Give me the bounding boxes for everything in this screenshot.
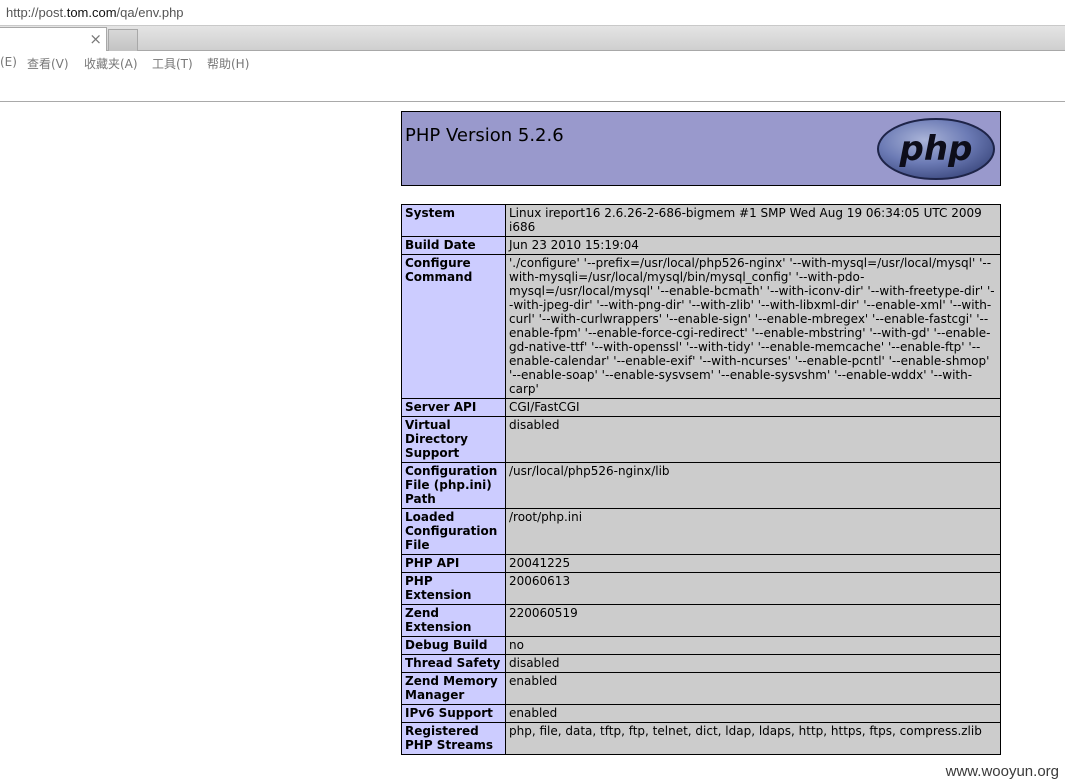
- info-label: Zend Extension: [401, 604, 506, 637]
- info-label: System: [401, 204, 506, 237]
- php-logo[interactable]: php: [876, 117, 996, 181]
- phpinfo-table: System Linux ireport16 2.6.26-2-686-bigme…: [401, 204, 1001, 755]
- info-value: enabled: [505, 672, 1001, 705]
- info-row: Configure Command './configure' '--prefix…: [401, 254, 1001, 399]
- info-value: './configure' '--prefix=/usr/local/php52…: [505, 254, 1001, 399]
- menu-bar: (E) 查看(V) 收藏夹(A) 工具(T) 帮助(H): [0, 51, 1065, 102]
- url-prefix: http://post.: [6, 5, 67, 20]
- info-value: /usr/local/php526-nginx/lib: [505, 462, 1001, 509]
- info-label: Build Date: [401, 236, 506, 255]
- watermark-text: www.wooyun.org: [943, 763, 1061, 780]
- info-row: IPv6 Support enabled: [401, 704, 1001, 723]
- info-label: Registered PHP Streams: [401, 722, 506, 755]
- url-host: tom.com: [66, 5, 117, 20]
- url-text[interactable]: http://post.tom.com/qa/env.php: [6, 5, 184, 20]
- info-label: Thread Safety: [401, 654, 506, 673]
- browser-tab[interactable]: ×: [0, 27, 107, 51]
- tab-strip: ×: [0, 26, 1065, 51]
- info-value: Jun 23 2010 15:19:04: [505, 236, 1001, 255]
- menu-favorites[interactable]: 收藏夹(A): [84, 55, 138, 72]
- info-row: Debug Build no: [401, 636, 1001, 655]
- info-value: /root/php.ini: [505, 508, 1001, 555]
- info-label: PHP Extension: [401, 572, 506, 605]
- menu-tools[interactable]: 工具(T): [152, 55, 193, 72]
- info-value: disabled: [505, 654, 1001, 673]
- info-value: enabled: [505, 704, 1001, 723]
- info-value: php, file, data, tftp, ftp, telnet, dict…: [505, 722, 1001, 755]
- info-row: System Linux ireport16 2.6.26-2-686-bigme…: [401, 204, 1001, 237]
- info-row: PHP API 20041225: [401, 554, 1001, 573]
- php-logo-text: php: [899, 129, 973, 169]
- new-tab-button[interactable]: [108, 29, 138, 51]
- info-row: Configuration File (php.ini) Path/usr/lo…: [401, 462, 1001, 509]
- url-path: /qa/env.php: [116, 5, 184, 20]
- info-row: Thread Safety disabled: [401, 654, 1001, 673]
- info-label: Server API: [401, 398, 506, 417]
- info-row: Build Date Jun 23 2010 15:19:04: [401, 236, 1001, 255]
- info-row: Registered PHP Streams php, file, data, t…: [401, 722, 1001, 755]
- menu-help[interactable]: 帮助(H): [207, 55, 249, 72]
- php-version-title: PHP Version 5.2.6: [405, 125, 564, 146]
- info-label: Configuration File (php.ini) Path: [401, 462, 506, 509]
- info-label: Virtual Directory Support: [401, 416, 506, 463]
- info-value: CGI/FastCGI: [505, 398, 1001, 417]
- phpinfo-content: PHP Version 5.2.6 php System Linux irepor…: [401, 111, 1001, 755]
- info-label: IPv6 Support: [401, 704, 506, 723]
- info-value: disabled: [505, 416, 1001, 463]
- menu-view[interactable]: 查看(V): [27, 55, 69, 72]
- info-label: Zend Memory Manager: [401, 672, 506, 705]
- info-row: Loaded Configuration File/root/php.ini: [401, 508, 1001, 555]
- info-row: PHP Extension 20060613: [401, 572, 1001, 605]
- menu-edit[interactable]: (E): [0, 55, 17, 69]
- info-value: no: [505, 636, 1001, 655]
- info-value: 20041225: [505, 554, 1001, 573]
- address-bar[interactable]: http://post.tom.com/qa/env.php: [0, 0, 1065, 26]
- info-row: Virtual Directory Support disabled: [401, 416, 1001, 463]
- php-version-header: PHP Version 5.2.6 php: [401, 111, 1001, 186]
- info-value: 220060519: [505, 604, 1001, 637]
- info-label: PHP API: [401, 554, 506, 573]
- info-value: 20060613: [505, 572, 1001, 605]
- info-label: Configure Command: [401, 254, 506, 399]
- info-label: Loaded Configuration File: [401, 508, 506, 555]
- close-tab-icon[interactable]: ×: [89, 30, 102, 48]
- info-row: Zend Memory Manager enabled: [401, 672, 1001, 705]
- info-row: Server API CGI/FastCGI: [401, 398, 1001, 417]
- info-value: Linux ireport16 2.6.26-2-686-bigmem #1 S…: [505, 204, 1001, 237]
- info-label: Debug Build: [401, 636, 506, 655]
- info-row: Zend Extension 220060519: [401, 604, 1001, 637]
